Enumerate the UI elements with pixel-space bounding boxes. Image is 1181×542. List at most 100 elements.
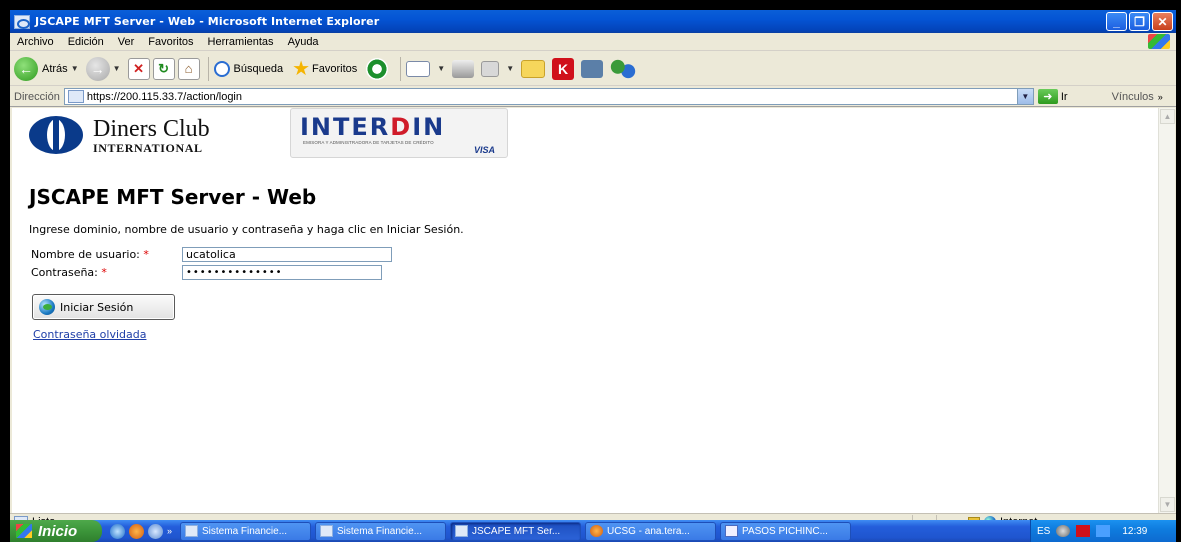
quicklaunch-more-icon[interactable]: » [167,526,172,536]
menu-ayuda[interactable]: Ayuda [281,36,326,48]
forward-icon: → [85,56,110,81]
mail-dropdown-icon[interactable]: ▼ [437,64,445,73]
address-bar: Dirección ▼ ➜ Ir Vínculos » [10,87,1176,107]
diners-line2: INTERNATIONAL [93,140,203,155]
tray-network-icon[interactable] [1096,525,1111,537]
home-icon: ⌂ [177,57,200,80]
desktop-launch-icon[interactable] [148,523,163,539]
menu-herramientas[interactable]: Herramientas [201,36,281,48]
camera-button[interactable] [581,55,607,83]
refresh-icon: ↻ [152,57,175,80]
taskbar-button[interactable]: Sistema Financie... [315,521,447,541]
edit-icon [481,60,500,77]
address-box[interactable]: ▼ [63,88,1034,105]
password-field[interactable] [182,265,382,280]
windows-flag-icon [1148,34,1170,49]
firefox-launch-icon[interactable] [129,523,144,539]
go-label: Ir [1060,90,1068,103]
windows-flag-icon [16,524,32,538]
ie-icon [14,14,30,29]
scroll-up-icon[interactable]: ▲ [1160,109,1175,124]
menu-edicion[interactable]: Edición [61,36,111,48]
forward-dropdown-icon[interactable]: ▼ [113,64,121,73]
clock: 12:39 [1122,525,1148,537]
diners-mark-icon [29,116,83,154]
taskbar-button-active[interactable]: JSCAPE MFT Ser... [450,521,582,541]
favorites-icon: ★ [292,58,311,80]
refresh-button[interactable]: ↻ [152,55,175,83]
edit-button[interactable]: ▼ [481,55,518,83]
menu-ver[interactable]: Ver [111,36,142,48]
history-button[interactable] [366,55,392,83]
address-label: Dirección [14,90,60,103]
toolbar: ← Atrás ▼ → ▼ ✕ ↻ ⌂ Búsqueda ★ Favoritos… [10,52,1176,86]
title-bar[interactable]: JSCAPE MFT Server - Web - Microsoft Inte… [10,10,1176,33]
scroll-down-icon[interactable]: ▼ [1160,497,1175,512]
menu-favoritos[interactable]: Favoritos [141,36,200,48]
address-input[interactable] [86,90,987,103]
page-icon [67,90,84,103]
password-label: Contraseña: * [31,266,107,279]
minimize-button[interactable]: _ [1106,12,1127,31]
close-button[interactable]: ✕ [1152,12,1173,31]
password-row: Contraseña: * [31,265,382,280]
search-button[interactable]: Búsqueda [213,55,284,83]
word-icon [725,525,739,537]
address-dropdown-icon[interactable]: ▼ [1016,89,1033,104]
home-button[interactable]: ⌂ [177,55,200,83]
window-title: JSCAPE MFT Server - Web - Microsoft Inte… [35,15,380,28]
taskbar-button[interactable]: PASOS PICHINC... [720,521,852,541]
ie-launch-icon[interactable] [110,523,125,539]
toolbar-separator [400,56,402,81]
tray-k-icon[interactable] [1076,525,1091,537]
interdin-logo: INTERDIN EMISORA Y ADMINISTRADORA DE TAR… [290,108,508,158]
camera-icon [581,59,604,78]
messenger-icon [610,57,637,80]
page-viewport: Diners Club INTERNATIONAL INTERDIN EMISO… [12,108,1158,513]
quick-launch: » [110,523,172,539]
menu-bar: Archivo Edición Ver Favoritos Herramient… [10,33,1176,51]
start-button[interactable]: Inicio [10,520,102,542]
links-label[interactable]: Vínculos [1112,91,1154,103]
go-arrow-icon: ➜ [1037,89,1058,104]
links-chevron-icon[interactable]: » [1158,92,1163,102]
required-mark: * [143,248,149,261]
maximize-button[interactable]: ❐ [1129,12,1150,31]
search-label: Búsqueda [233,62,284,75]
stop-button[interactable]: ✕ [127,55,150,83]
forward-button[interactable]: → ▼ [85,55,125,83]
back-button[interactable]: ← Atrás ▼ [14,55,83,83]
folder-icon [521,59,546,78]
browser-window: JSCAPE MFT Server - Web - Microsoft Inte… [10,10,1176,540]
back-label: Atrás [42,62,68,75]
edit-dropdown-icon[interactable]: ▼ [506,64,514,73]
instructions-text: Ingrese dominio, nombre de usuario y con… [29,223,464,236]
history-icon [366,57,389,80]
favorites-button[interactable]: ★ Favoritos [292,55,357,83]
menu-archivo[interactable]: Archivo [10,36,61,48]
login-globe-icon [39,299,55,315]
taskbar-button[interactable]: UCSG - ana.tera... [585,521,717,541]
folder-button[interactable] [521,55,549,83]
messenger-button[interactable] [610,55,640,83]
forgot-password-link[interactable]: Contraseña olvidada [33,328,146,341]
go-button[interactable]: ➜ Ir [1037,89,1068,104]
language-indicator[interactable]: ES [1037,526,1050,537]
k-icon: K [552,57,575,80]
interdin-subtitle: EMISORA Y ADMINISTRADORA DE TARJETAS DE … [303,140,434,145]
vertical-scrollbar[interactable]: ▲ ▼ [1158,108,1175,513]
back-dropdown-icon[interactable]: ▼ [71,64,79,73]
required-mark: * [101,266,107,279]
favorites-label: Favoritos [312,62,358,75]
mail-button[interactable]: ▼ [406,55,449,83]
username-row: Nombre de usuario: * [31,247,392,262]
k-button[interactable]: K [552,55,578,83]
taskbar-button[interactable]: Sistema Financie... [180,521,312,541]
username-field[interactable] [182,247,392,262]
print-button[interactable] [452,55,478,83]
start-label: Inicio [38,522,78,540]
tray-arrow-icon[interactable] [1056,525,1071,537]
diners-line1: Diners Club [93,115,210,142]
taskbar: Inicio » Sistema Financie... Sistema Fin… [10,520,1176,542]
login-button[interactable]: Iniciar Sesión [32,294,175,320]
